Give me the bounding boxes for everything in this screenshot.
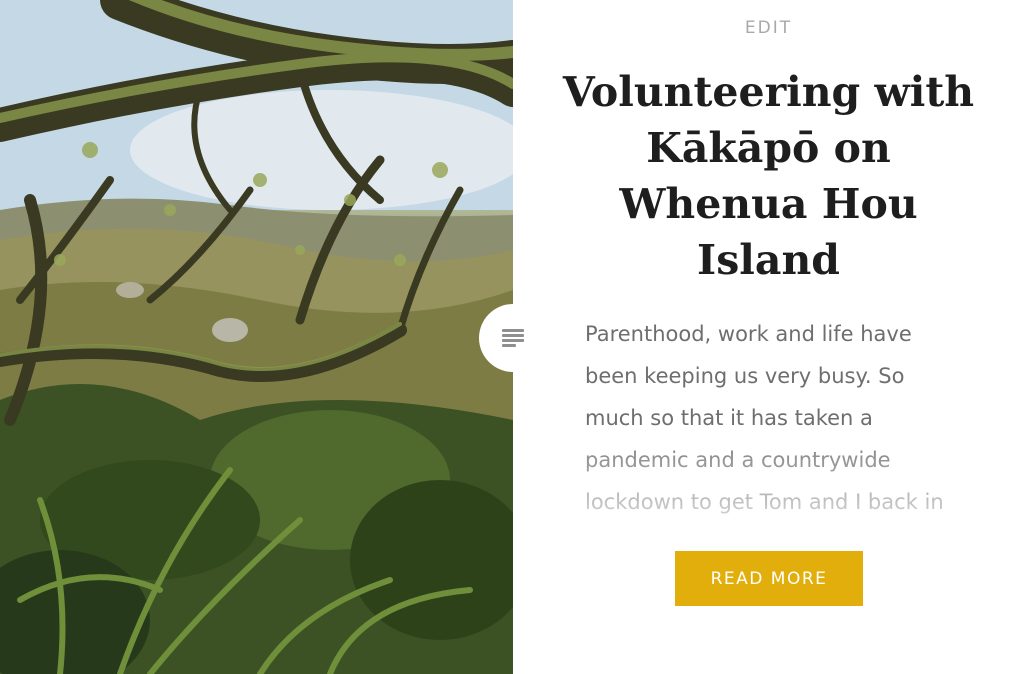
post-excerpt-container: Parenthood, work and life have been keep… bbox=[585, 313, 955, 525]
post-title[interactable]: Volunteering with Kākāpō on Whenua Hou I… bbox=[553, 64, 984, 288]
post-summary-panel: EDIT Volunteering with Kākāpō on Whenua … bbox=[513, 0, 1024, 674]
post-excerpt: Parenthood, work and life have been keep… bbox=[585, 322, 944, 514]
featured-image[interactable] bbox=[0, 0, 513, 674]
read-more-button[interactable]: READ MORE bbox=[675, 551, 863, 606]
edit-post-link[interactable]: EDIT bbox=[513, 18, 1024, 38]
featured-image-artwork bbox=[0, 0, 513, 674]
